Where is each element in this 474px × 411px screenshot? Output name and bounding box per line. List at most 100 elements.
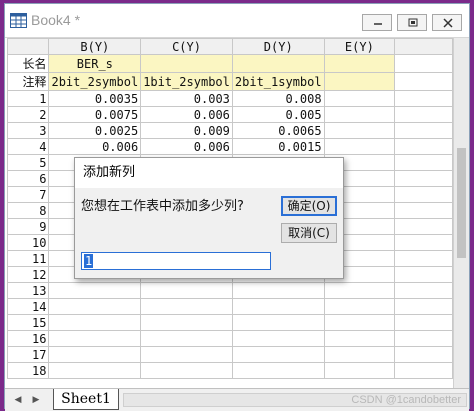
empty-cell — [394, 202, 453, 219]
data-cell[interactable]: 0.0015 — [231, 138, 325, 155]
long-name-cell[interactable] — [231, 54, 325, 73]
row-number[interactable]: 3 — [7, 122, 50, 139]
row-number[interactable]: 16 — [7, 330, 50, 347]
table-row: 13 — [7, 282, 453, 299]
data-cell[interactable]: 0.006 — [48, 138, 142, 155]
data-cell[interactable] — [231, 314, 325, 331]
data-cell[interactable] — [231, 298, 325, 315]
data-cell[interactable]: 0.006 — [140, 138, 233, 155]
column-count-input[interactable]: 1 — [81, 252, 271, 270]
data-cell[interactable] — [323, 362, 396, 379]
table-row: 3 0.0025 0.009 0.0065 — [7, 122, 453, 139]
empty-cell — [394, 346, 453, 363]
column-header[interactable]: E(Y) — [323, 38, 396, 55]
comment-label[interactable]: 注释 — [7, 72, 50, 91]
long-name-label[interactable]: 长名 — [7, 54, 50, 73]
row-number[interactable]: 14 — [7, 298, 50, 315]
row-number[interactable]: 12 — [7, 266, 50, 283]
corner-cell[interactable] — [7, 38, 50, 55]
restore-button[interactable] — [397, 14, 427, 31]
data-cell[interactable] — [323, 106, 396, 123]
vertical-scroll-thumb[interactable] — [457, 148, 466, 258]
ok-button[interactable]: 确定(O) — [281, 196, 337, 216]
data-cell[interactable] — [48, 362, 142, 379]
row-number[interactable]: 7 — [7, 186, 50, 203]
row-number[interactable]: 4 — [7, 138, 50, 155]
column-header-row: B(Y) C(Y) D(Y) E(Y) — [7, 38, 453, 55]
empty-cell — [394, 298, 453, 315]
long-name-cell[interactable] — [323, 54, 396, 73]
data-cell[interactable]: 0.009 — [140, 122, 233, 139]
data-cell[interactable] — [323, 298, 396, 315]
row-number[interactable]: 11 — [7, 250, 50, 267]
data-cell[interactable]: 0.005 — [231, 106, 325, 123]
column-header[interactable]: D(Y) — [231, 38, 325, 55]
data-cell[interactable] — [48, 330, 142, 347]
row-number[interactable]: 10 — [7, 234, 50, 251]
comment-cell[interactable] — [323, 72, 396, 91]
row-number[interactable]: 6 — [7, 170, 50, 187]
data-cell[interactable] — [323, 90, 396, 107]
data-cell[interactable] — [323, 346, 396, 363]
data-cell[interactable]: 0.006 — [140, 106, 233, 123]
data-cell[interactable] — [231, 362, 325, 379]
row-number[interactable]: 8 — [7, 202, 50, 219]
data-cell[interactable] — [140, 314, 233, 331]
data-cell[interactable] — [48, 282, 142, 299]
data-cell[interactable]: 0.0075 — [48, 106, 142, 123]
long-name-cell[interactable] — [140, 54, 233, 73]
minimize-button[interactable] — [362, 14, 392, 31]
data-cell[interactable]: 0.003 — [140, 90, 233, 107]
data-cell[interactable] — [140, 330, 233, 347]
data-cell[interactable] — [323, 122, 396, 139]
data-cell[interactable]: 0.0065 — [231, 122, 325, 139]
data-cell[interactable] — [48, 298, 142, 315]
empty-cell — [394, 218, 453, 235]
data-cell[interactable] — [323, 330, 396, 347]
scroll-left-icon[interactable]: ◀ — [11, 393, 25, 407]
data-cell[interactable] — [323, 314, 396, 331]
row-number[interactable]: 2 — [7, 106, 50, 123]
sheet-tab[interactable]: Sheet1 — [53, 389, 119, 410]
data-cell[interactable] — [323, 138, 396, 155]
long-name-cell[interactable]: BER_s — [48, 54, 142, 73]
data-cell[interactable] — [231, 330, 325, 347]
data-cell[interactable] — [140, 362, 233, 379]
empty-cell — [394, 122, 453, 139]
comment-cell[interactable]: 2bit_2symbol — [48, 72, 142, 91]
data-cell[interactable]: 0.0035 — [48, 90, 142, 107]
scroll-right-icon[interactable]: ▶ — [29, 393, 43, 407]
comment-row: 注释 2bit_2symbol 1bit_2symbol 2bit_1symbo… — [7, 72, 453, 91]
data-cell[interactable] — [140, 346, 233, 363]
column-header-empty — [394, 38, 453, 55]
data-cell[interactable] — [48, 314, 142, 331]
cancel-button[interactable]: 取消(C) — [281, 223, 337, 243]
row-number[interactable]: 15 — [7, 314, 50, 331]
vertical-scrollbar[interactable] — [453, 38, 469, 388]
row-number[interactable]: 1 — [7, 90, 50, 107]
data-cell[interactable] — [231, 282, 325, 299]
data-cell[interactable] — [140, 282, 233, 299]
restore-icon — [408, 18, 418, 27]
column-header[interactable]: C(Y) — [140, 38, 233, 55]
data-cell[interactable] — [140, 298, 233, 315]
data-cell[interactable] — [323, 282, 396, 299]
table-row: 4 0.006 0.006 0.0015 — [7, 138, 453, 155]
row-number[interactable]: 17 — [7, 346, 50, 363]
comment-cell[interactable]: 1bit_2symbol — [140, 72, 233, 91]
data-cell[interactable]: 0.0025 — [48, 122, 142, 139]
comment-cell[interactable]: 2bit_1symbol — [231, 72, 325, 91]
column-header[interactable]: B(Y) — [48, 38, 142, 55]
empty-cell — [394, 90, 453, 107]
row-number[interactable]: 18 — [7, 362, 50, 379]
close-button[interactable] — [432, 14, 462, 31]
empty-cell — [394, 314, 453, 331]
dialog-title: 添加新列 — [75, 158, 343, 188]
empty-cell — [394, 362, 453, 379]
row-number[interactable]: 9 — [7, 218, 50, 235]
row-number[interactable]: 5 — [7, 154, 50, 171]
data-cell[interactable] — [48, 346, 142, 363]
data-cell[interactable] — [231, 346, 325, 363]
row-number[interactable]: 13 — [7, 282, 50, 299]
data-cell[interactable]: 0.008 — [231, 90, 325, 107]
